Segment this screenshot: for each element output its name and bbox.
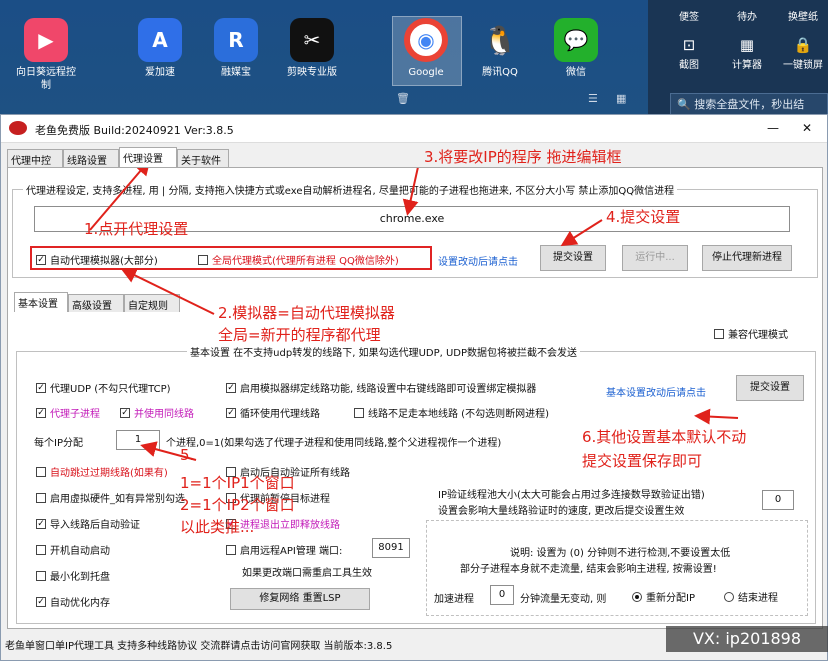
arrow-2: [120, 268, 215, 315]
calculator-icon: ▦: [739, 36, 755, 54]
screenshot-item[interactable]: ⊡ 截图: [662, 36, 716, 71]
desktop-icon-rongmeibao[interactable]: R 融媒宝: [204, 18, 268, 79]
wallpaper-item[interactable]: 换壁纸: [776, 8, 828, 23]
grid-icon: ▦: [616, 92, 627, 105]
proxy-settings-panel: 代理进程设定, 支持多进程, 用 | 分隔, 支持拖入快捷方式或exe自动解析进…: [7, 148, 823, 629]
desktop-icon-sunlogin[interactable]: ▶ 向日葵远程控制: [14, 18, 78, 92]
lock-icon: 🔒: [793, 36, 813, 54]
aijiasu-icon: A: [138, 18, 182, 62]
app-window: 老鱼免费版 Build:20240921 Ver:3.8.5 — ✕ 代理中控 …: [0, 114, 828, 661]
tab-proxy-control[interactable]: 代理中控: [7, 149, 63, 167]
lock-item[interactable]: 🔒 一键锁屏: [776, 36, 828, 71]
wechat-icon: 💬: [554, 18, 598, 62]
desktop-icon-google[interactable]: ◉ Google: [394, 18, 458, 79]
desktop-icon-qq[interactable]: 🐧 腾讯QQ: [468, 18, 532, 79]
desktop-icon-wechat[interactable]: 💬 微信: [544, 18, 608, 79]
notes-item[interactable]: 便签: [662, 8, 716, 23]
annotation-3: 3.将要改IP的程序 拖进编辑框: [424, 148, 622, 166]
qq-icon: 🐧: [482, 23, 518, 57]
calculator-item[interactable]: ▦ 计算器: [720, 36, 774, 71]
title-bar: 老鱼免费版 Build:20240921 Ver:3.8.5 — ✕: [1, 115, 827, 143]
tab-proxy-settings[interactable]: 代理设置: [119, 147, 177, 167]
chrome-icon: ◉: [404, 18, 448, 62]
watermark: VX: ip201898: [666, 626, 828, 652]
status-bar: 老鱼单窗口单IP代理工具 支持多种线路协议 交流群请点击访问官网获取 当前版本:…: [5, 641, 393, 652]
screenshot-icon: ⊡: [682, 36, 696, 54]
arrow-6: [694, 408, 739, 425]
capcut-icon: ✂: [290, 18, 334, 62]
close-button[interactable]: ✕: [797, 118, 817, 138]
tab-about[interactable]: 关于软件: [177, 149, 229, 167]
rongmeibao-icon: R: [214, 18, 258, 62]
tab-line-settings[interactable]: 线路设置: [63, 149, 119, 167]
mini-toolbar: 🗑 ☰ ▦: [392, 88, 638, 110]
desktop-icon-capcut[interactable]: ✂ 剪映专业版: [280, 18, 344, 79]
trash-icon: 🗑: [396, 92, 410, 105]
list-icon: ☰: [588, 92, 598, 105]
search-icon: 🔍: [677, 98, 695, 111]
arrow-4: [560, 219, 603, 247]
sunlogin-icon: ▶: [24, 18, 68, 62]
window-title: 老鱼免费版 Build:20240921 Ver:3.8.5: [35, 124, 234, 137]
arrow-5: [140, 441, 197, 461]
app-logo-icon: [9, 121, 27, 135]
minimize-button[interactable]: —: [763, 118, 783, 138]
annotation-arrows: [89, 168, 739, 461]
arrow-3: [402, 168, 419, 216]
todo-item[interactable]: 待办: [720, 8, 774, 23]
arrow-1: [89, 168, 151, 231]
desktop-icon-aijiasu[interactable]: A 爱加速: [128, 18, 192, 79]
